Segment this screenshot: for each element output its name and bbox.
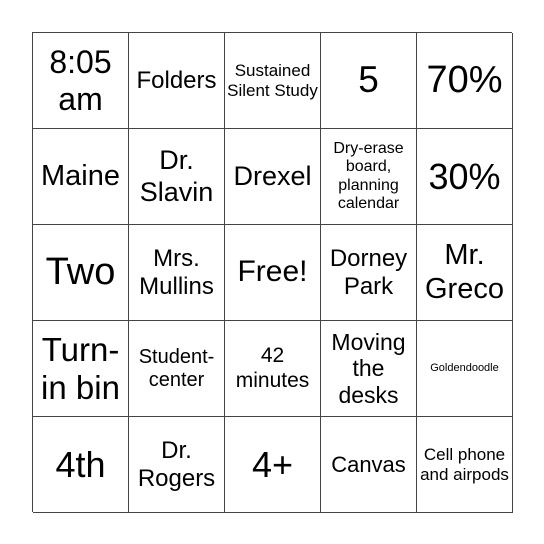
bingo-cell[interactable]: 70%: [417, 33, 513, 129]
bingo-cell[interactable]: Moving the desks: [321, 321, 417, 417]
bingo-cell[interactable]: Cell phone and airpods: [417, 417, 513, 513]
bingo-cell[interactable]: 4+: [225, 417, 321, 513]
bingo-cell[interactable]: Turn-in bin: [33, 321, 129, 417]
bingo-cell[interactable]: Sustained Silent Study: [225, 33, 321, 129]
bingo-cell[interactable]: Two: [33, 225, 129, 321]
bingo-cell[interactable]: Dr. Slavin: [129, 129, 225, 225]
bingo-cell[interactable]: 5: [321, 33, 417, 129]
free-space-cell[interactable]: Free!: [225, 225, 321, 321]
bingo-cell[interactable]: Mrs. Mullins: [129, 225, 225, 321]
bingo-cell[interactable]: Mr. Greco: [417, 225, 513, 321]
bingo-cell[interactable]: Drexel: [225, 129, 321, 225]
bingo-cell[interactable]: Dry-erase board, planning calendar: [321, 129, 417, 225]
bingo-cell[interactable]: Dr. Rogers: [129, 417, 225, 513]
bingo-cell[interactable]: Folders: [129, 33, 225, 129]
bingo-cell[interactable]: Student-center: [129, 321, 225, 417]
bingo-cell[interactable]: Goldendoodle: [417, 321, 513, 417]
bingo-cell[interactable]: 8:05 am: [33, 33, 129, 129]
bingo-card: 8:05 am Folders Sustained Silent Study 5…: [32, 32, 513, 513]
bingo-cell[interactable]: Dorney Park: [321, 225, 417, 321]
bingo-cell[interactable]: 4th: [33, 417, 129, 513]
bingo-cell[interactable]: 30%: [417, 129, 513, 225]
bingo-cell[interactable]: Maine: [33, 129, 129, 225]
bingo-cell[interactable]: 42 minutes: [225, 321, 321, 417]
bingo-cell[interactable]: Canvas: [321, 417, 417, 513]
